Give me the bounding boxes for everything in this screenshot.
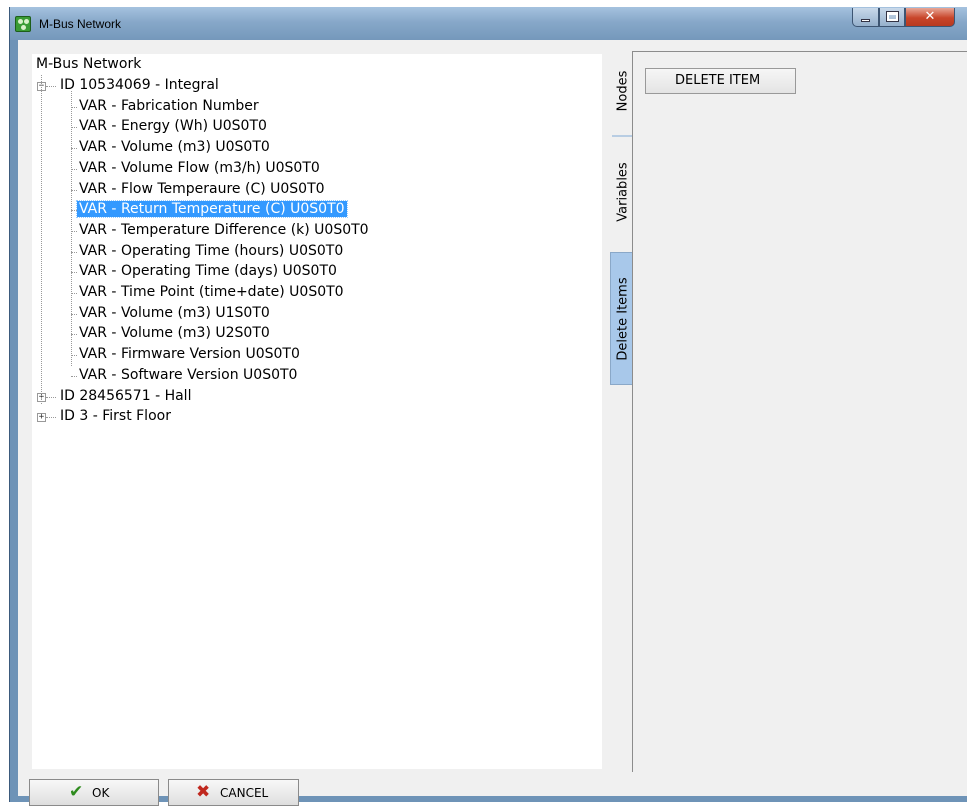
tree-node-label: VAR - Flow Temperaure (C) U0S0T0 [79, 180, 325, 197]
delete-items-panel: DELETE ITEM [632, 51, 967, 772]
tree-connector [71, 375, 77, 377]
tree-node-label: VAR - Volume (m3) U1S0T0 [79, 304, 270, 321]
tree-node-label: ID 3 - First Floor [60, 408, 171, 425]
tree-node-label: VAR - Time Point (time+date) U0S0T0 [79, 284, 344, 300]
tree-node-label: VAR - Fabrication Number [79, 97, 259, 114]
tree-guide-line [71, 91, 72, 367]
tab-delete-items-label: Delete Items [615, 276, 631, 361]
x-icon: ✖ [196, 782, 211, 802]
cancel-button[interactable]: ✖ CANCEL [168, 779, 299, 806]
checkmark-icon: ✔ [69, 782, 84, 802]
network-tree[interactable]: M-Bus Network ID 10534069 - Integral − VAR… [32, 54, 602, 769]
tree-node-label: ID 28456571 - Hall [60, 387, 192, 404]
tree-variable-node[interactable]: VAR - Operating Time (hours) U0S0T0 [77, 241, 345, 262]
tree-variable-node[interactable]: VAR - Return Temperature (C) U0S0T0 [76, 199, 348, 220]
tree-variable-node[interactable]: VAR - Fabrication Number [77, 96, 261, 117]
maximize-icon [886, 11, 899, 22]
tree-connector [46, 396, 56, 398]
tree-variable-node[interactable]: VAR - Firmware Version U0S0T0 [77, 344, 302, 365]
tree-node-label: VAR - Energy (Wh) U0S0T0 [79, 118, 267, 135]
tree-variable-node[interactable]: VAR - Time Point (time+date) U0S0T0 [77, 282, 346, 303]
tree-variable-node[interactable]: VAR - Volume Flow (m3/h) U0S0T0 [77, 158, 322, 179]
tree-node-label: VAR - Operating Time (days) U0S0T0 [79, 263, 337, 280]
tree-node-label: VAR - Volume (m3) U2S0T0 [79, 325, 270, 342]
cancel-button-label: CANCEL [220, 786, 269, 800]
delete-item-button[interactable]: DELETE ITEM [645, 68, 796, 94]
tab-variables-label: Variables [615, 161, 631, 222]
mbus-app-icon [15, 16, 31, 32]
close-button[interactable]: ✕ [905, 8, 955, 27]
minimize-icon [861, 19, 870, 22]
tree-variable-node[interactable]: VAR - Software Version U0S0T0 [77, 365, 299, 386]
close-icon: ✕ [924, 9, 936, 24]
tree-variable-node[interactable]: VAR - Operating Time (days) U0S0T0 [77, 261, 339, 282]
tree-variable-node[interactable]: VAR - Volume (m3) U1S0T0 [77, 303, 272, 324]
tree-variable-node[interactable]: VAR - Flow Temperaure (C) U0S0T0 [77, 179, 327, 200]
tree-node-label: VAR - Software Version U0S0T0 [79, 366, 298, 383]
tree-variable-node[interactable]: VAR - Energy (Wh) U0S0T0 [77, 116, 269, 137]
tree-device-node[interactable]: ID 10534069 - Integral [58, 75, 221, 96]
tree-root-label[interactable]: M-Bus Network [36, 54, 141, 75]
tab-divider [612, 135, 634, 137]
tree-node-label: ID 10534069 - Integral [60, 77, 219, 93]
dialog-client-area: M-Bus Network ID 10534069 - Integral − VAR… [18, 40, 967, 806]
tree-variable-node[interactable]: VAR - Volume (m3) U2S0T0 [77, 323, 272, 344]
tree-device-node[interactable]: ID 3 - First Floor [58, 406, 173, 427]
tree-node-label: VAR - Operating Time (hours) U0S0T0 [79, 242, 344, 259]
tab-nodes-label: Nodes [615, 70, 631, 112]
tree-connector [46, 86, 56, 87]
tree-node-label: VAR - Volume Flow (m3/h) U0S0T0 [79, 159, 320, 176]
tree-node-label: VAR - Volume (m3) U0S0T0 [79, 139, 270, 156]
tree-connector [46, 417, 56, 419]
ok-button-label: OK [92, 786, 110, 800]
app-window: M-Bus Network ✕ M-Bus Network ID 1053406… [9, 7, 967, 806]
tree-node-label: VAR - Temperature Difference (k) U0S0T0 [79, 221, 369, 238]
tree-variable-node[interactable]: VAR - Temperature Difference (k) U0S0T0 [77, 220, 371, 241]
tree-device-node[interactable]: ID 28456571 - Hall [58, 386, 193, 407]
tree-guide-line [41, 75, 42, 404]
maximize-button[interactable] [879, 8, 905, 27]
window-title: M-Bus Network [39, 17, 122, 31]
minimize-button[interactable] [852, 8, 879, 27]
tree-variable-node[interactable]: VAR - Volume (m3) U0S0T0 [77, 137, 272, 158]
tree-node-label: VAR - Return Temperature (C) U0S0T0 [76, 200, 348, 219]
title-bar[interactable]: M-Bus Network ✕ [10, 7, 967, 40]
tree-node-label: VAR - Firmware Version U0S0T0 [79, 346, 300, 363]
expand-icon[interactable]: + [37, 413, 46, 423]
ok-button[interactable]: ✔ OK [29, 779, 159, 806]
